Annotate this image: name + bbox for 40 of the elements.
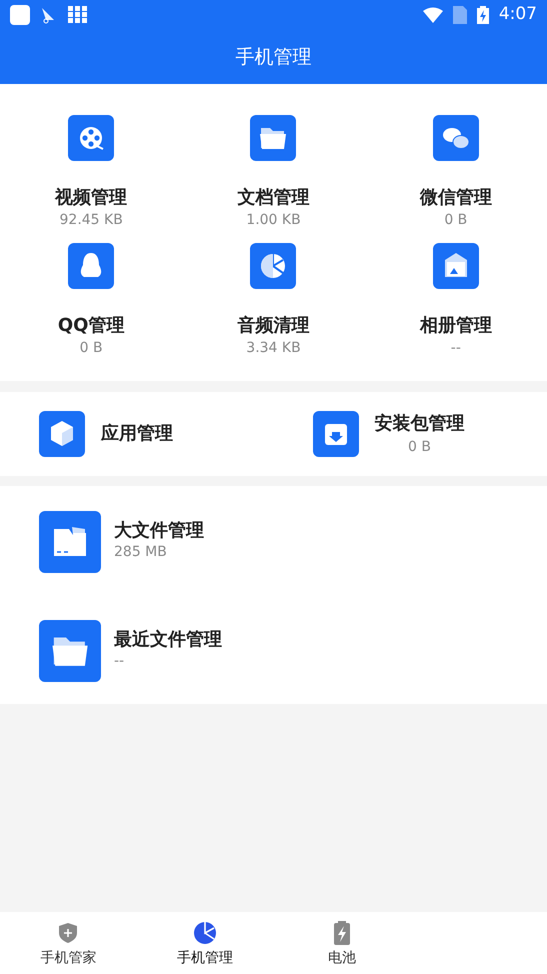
item-label: 应用管理 [101, 422, 173, 446]
item-label: 最近文件管理 [114, 628, 222, 652]
pie-icon[interactable] [250, 243, 296, 289]
chat-bubbles-icon[interactable] [432, 115, 479, 161]
item-label: 大文件管理 [114, 519, 204, 543]
item-size: 1.00 KB [246, 211, 301, 229]
item-label: QQ管理 [58, 315, 124, 337]
files-icon[interactable] [39, 511, 101, 573]
folder-icon[interactable] [39, 620, 101, 682]
page-title: 手机管理 [236, 44, 312, 70]
item-size: 0 B [408, 438, 431, 456]
item-size: 3.34 KB [246, 339, 301, 357]
photo-album-icon[interactable] [432, 243, 479, 289]
tab[interactable]: 电池 [274, 912, 410, 974]
grid-icon [68, 6, 88, 24]
item-size: 0 B [444, 211, 468, 229]
tab[interactable]: 手机管家 [0, 912, 137, 974]
item-size: -- [114, 652, 126, 670]
item-label: 微信管理 [420, 187, 492, 209]
notification-icon [10, 5, 30, 25]
folder-icon[interactable] [250, 115, 296, 161]
item-size: 285 MB [114, 543, 168, 561]
item-size: 92.45 KB [60, 211, 123, 229]
film-reel-icon[interactable] [68, 115, 114, 161]
item-size: -- [450, 339, 461, 357]
status-time: 4:07 [498, 3, 537, 26]
item-size: 0 B [80, 339, 103, 357]
item-label: 安装包管理 [374, 412, 464, 436]
cube-icon[interactable] [39, 411, 85, 457]
wifi-icon [422, 7, 443, 23]
battery-icon [476, 6, 489, 24]
penguin-icon[interactable] [68, 243, 114, 289]
no-sim-icon [452, 6, 467, 24]
item-label: 视频管理 [55, 187, 128, 209]
download-box-icon[interactable] [312, 411, 358, 457]
tab[interactable]: 手机管理 [136, 912, 274, 974]
item-label: 文档管理 [237, 187, 310, 209]
item-label: 相册管理 [420, 315, 492, 337]
pie-icon [192, 919, 218, 947]
item-label: 音频清理 [237, 315, 310, 337]
